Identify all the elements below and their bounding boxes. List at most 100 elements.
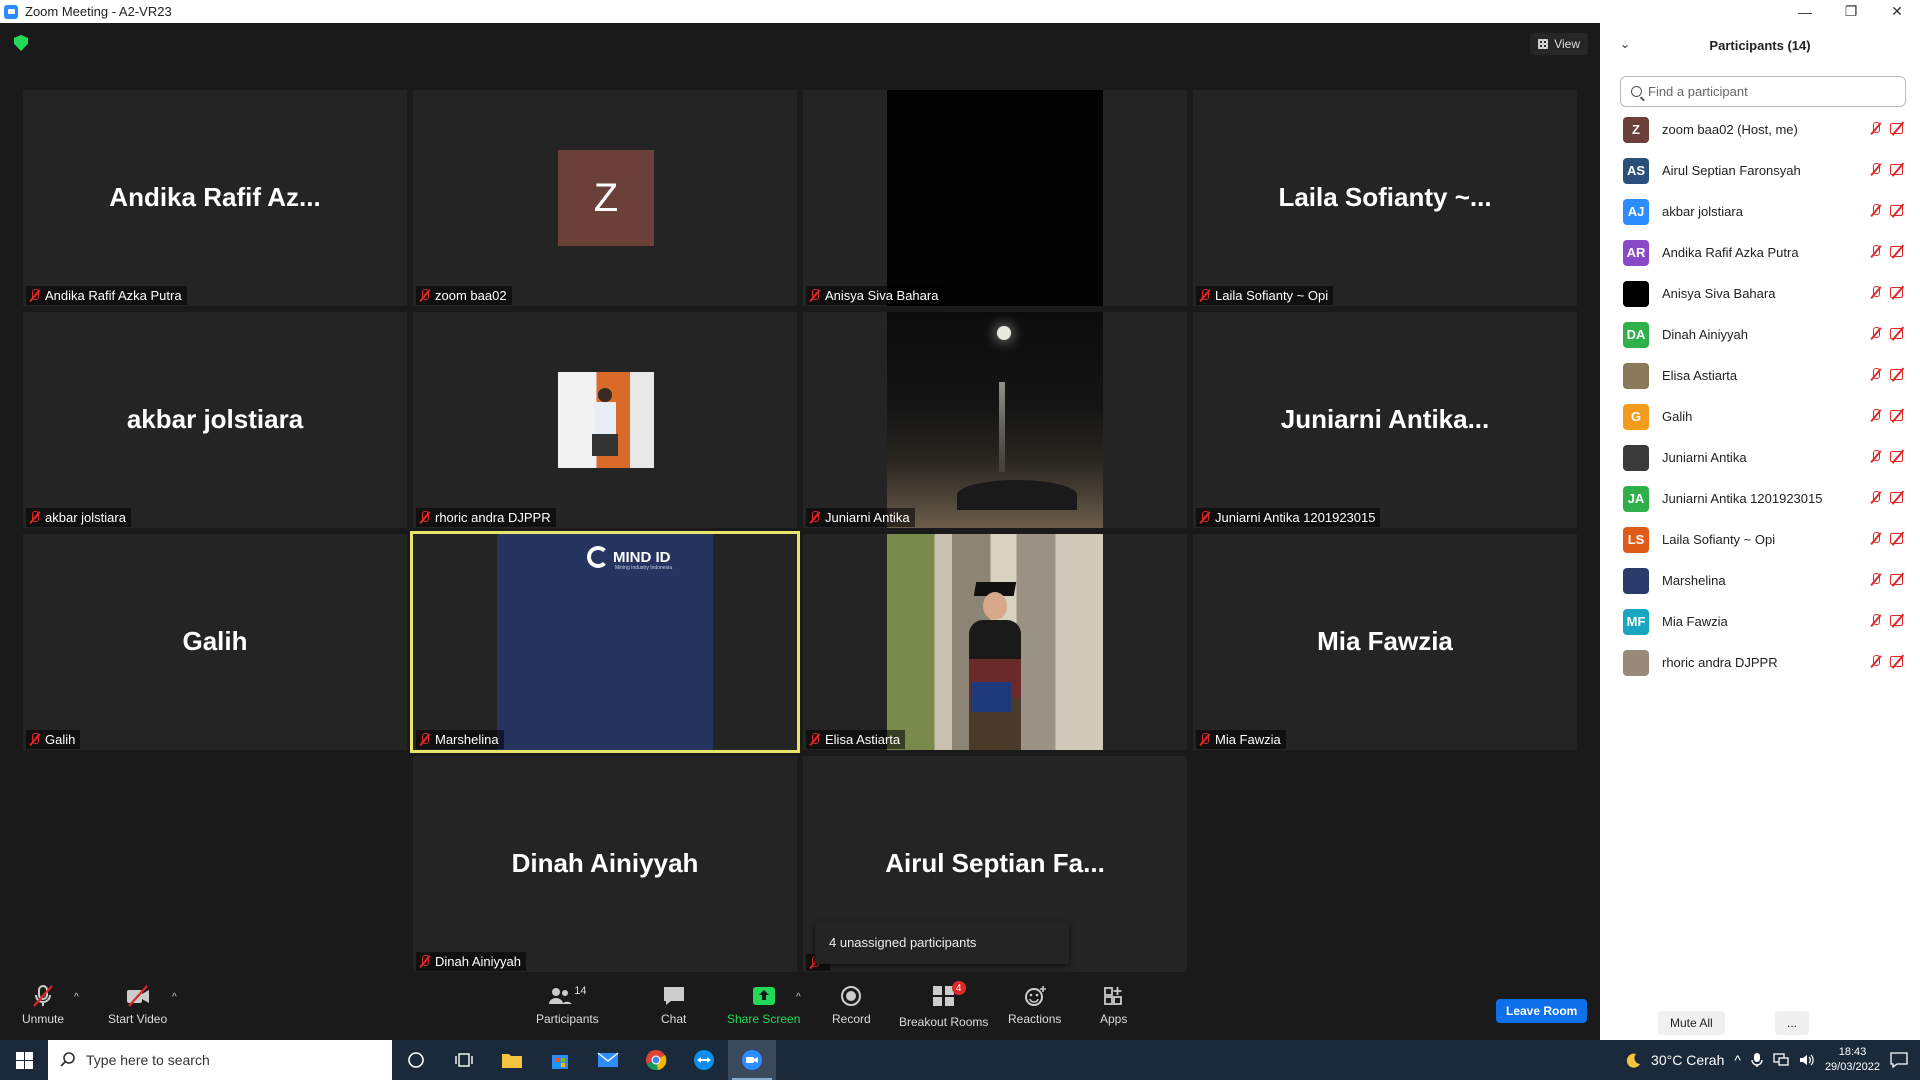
video-tile[interactable]: Galih Galih xyxy=(23,534,407,750)
leave-room-button[interactable]: Leave Room xyxy=(1496,999,1588,1023)
video-off-icon[interactable] xyxy=(1890,614,1906,626)
share-options-caret[interactable]: ^ xyxy=(796,992,801,1003)
mic-muted-icon[interactable] xyxy=(1870,532,1882,545)
breakout-rooms-button[interactable]: 4 Breakout Rooms xyxy=(899,981,988,1029)
view-button[interactable]: View xyxy=(1530,33,1588,55)
video-off-icon[interactable] xyxy=(1890,450,1906,462)
start-video-button[interactable]: Start Video xyxy=(108,985,167,1026)
chevron-up-icon[interactable]: ^ xyxy=(1734,1052,1741,1068)
video-tile[interactable]: akbar jolstiara akbar jolstiara xyxy=(23,312,407,528)
network-icon[interactable] xyxy=(1773,1053,1789,1067)
participant-row[interactable]: MF Mia Fawzia xyxy=(1600,601,1920,642)
participants-button[interactable]: 14 Participants xyxy=(536,985,599,1026)
restore-button[interactable]: ❐ xyxy=(1828,0,1874,23)
speaker-icon[interactable] xyxy=(1799,1053,1815,1067)
participant-row[interactable]: AS Airul Septian Faronsyah xyxy=(1600,150,1920,191)
participant-status-icons xyxy=(1870,368,1906,381)
video-off-icon[interactable] xyxy=(1890,327,1906,339)
share-screen-button[interactable]: Share Screen xyxy=(727,985,800,1026)
clock[interactable]: 18:43 29/03/2022 xyxy=(1825,1045,1880,1075)
mic-muted-icon[interactable] xyxy=(1870,245,1882,258)
mic-muted-icon[interactable] xyxy=(1870,573,1882,586)
participant-search-input[interactable]: Find a participant xyxy=(1620,76,1906,107)
video-tile[interactable]: rhoric andra DJPPR xyxy=(413,312,797,528)
avatar: G xyxy=(1623,403,1649,430)
teamviewer-button[interactable] xyxy=(680,1040,728,1080)
cortana-button[interactable] xyxy=(392,1040,440,1080)
reactions-button[interactable]: Reactions xyxy=(1008,985,1061,1026)
participant-row[interactable]: AJ akbar jolstiara xyxy=(1600,191,1920,232)
video-tile[interactable]: Andika Rafif Az... Andika Rafif Azka Put… xyxy=(23,90,407,306)
audio-options-caret[interactable]: ^ xyxy=(74,992,79,1003)
minimize-button[interactable]: — xyxy=(1782,0,1828,23)
chrome-button[interactable] xyxy=(632,1040,680,1080)
video-off-icon[interactable] xyxy=(1890,573,1906,585)
video-off-icon[interactable] xyxy=(1890,204,1906,216)
chat-button[interactable]: Chat xyxy=(661,985,686,1026)
zoom-taskbar-button[interactable] xyxy=(728,1040,776,1080)
video-off-icon[interactable] xyxy=(1890,122,1906,134)
video-off-icon[interactable] xyxy=(1890,409,1906,421)
video-tile[interactable]: Z zoom baa02 xyxy=(413,90,797,306)
video-off-icon[interactable] xyxy=(1890,286,1906,298)
participants-count: 14 xyxy=(574,985,587,997)
participant-row[interactable]: Anisya Siva Bahara xyxy=(1600,273,1920,314)
participant-row[interactable]: JA Juniarni Antika 1201923015 xyxy=(1600,478,1920,519)
participant-row[interactable]: AR Andika Rafif Azka Putra xyxy=(1600,232,1920,273)
task-view-button[interactable] xyxy=(440,1040,488,1080)
video-tile[interactable]: Dinah Ainiyyah Dinah Ainiyyah xyxy=(413,756,797,972)
windows-taskbar: Type here to search 30°C Cerah ^ 18:43 2… xyxy=(0,1040,1920,1080)
video-off-icon[interactable] xyxy=(1890,532,1906,544)
mic-muted-icon[interactable] xyxy=(1870,368,1882,381)
microphone-icon[interactable] xyxy=(1751,1052,1763,1068)
video-tile[interactable]: Juniarni Antika xyxy=(803,312,1187,528)
mic-muted-icon[interactable] xyxy=(1870,491,1882,504)
taskbar-search-box[interactable]: Type here to search xyxy=(48,1040,392,1080)
notifications-icon[interactable] xyxy=(1890,1052,1908,1068)
chevron-down-icon[interactable]: ⌄ xyxy=(1620,37,1630,51)
weather-text[interactable]: 30°C Cerah xyxy=(1651,1052,1724,1068)
video-off-icon[interactable] xyxy=(1890,245,1906,257)
encryption-shield-icon[interactable] xyxy=(14,35,28,51)
mic-muted-icon[interactable] xyxy=(1870,122,1882,135)
video-off-icon[interactable] xyxy=(1890,491,1906,503)
video-tile[interactable]: Anisya Siva Bahara xyxy=(803,90,1187,306)
mic-muted-icon[interactable] xyxy=(1870,327,1882,340)
mic-muted-icon[interactable] xyxy=(1870,286,1882,299)
video-off-icon[interactable] xyxy=(1890,163,1906,175)
file-explorer-button[interactable] xyxy=(488,1040,536,1080)
participant-row[interactable]: Marshelina xyxy=(1600,560,1920,601)
record-button[interactable]: Record xyxy=(832,985,871,1026)
video-options-caret[interactable]: ^ xyxy=(172,992,177,1003)
video-tile[interactable]: Juniarni Antika... Juniarni Antika 12019… xyxy=(1193,312,1577,528)
mute-all-button[interactable]: Mute All xyxy=(1658,1011,1725,1035)
participant-row[interactable]: Juniarni Antika xyxy=(1600,437,1920,478)
unmute-button[interactable]: Unmute xyxy=(22,985,64,1026)
video-tile[interactable]: Laila Sofianty ~... Laila Sofianty ~ Opi xyxy=(1193,90,1577,306)
participant-row[interactable]: Elisa Astiarta xyxy=(1600,355,1920,396)
participant-row[interactable]: rhoric andra DJPPR xyxy=(1600,642,1920,683)
video-off-icon[interactable] xyxy=(1890,655,1906,667)
more-options-button[interactable]: ... xyxy=(1775,1011,1810,1035)
participant-row[interactable]: LS Laila Sofianty ~ Opi xyxy=(1600,519,1920,560)
participant-row[interactable]: G Galih xyxy=(1600,396,1920,437)
start-button[interactable] xyxy=(0,1040,48,1080)
video-tile[interactable]: Elisa Astiarta xyxy=(803,534,1187,750)
mic-muted-icon[interactable] xyxy=(1870,163,1882,176)
mic-muted-icon[interactable] xyxy=(1870,409,1882,422)
tile-name-label: rhoric andra DJPPR xyxy=(416,508,556,527)
mic-muted-icon[interactable] xyxy=(1870,204,1882,217)
video-tile[interactable]: Mia Fawzia Mia Fawzia xyxy=(1193,534,1577,750)
participant-row[interactable]: Zzoom baa02 (Host, me) xyxy=(1600,109,1920,150)
mail-button[interactable] xyxy=(584,1040,632,1080)
mic-muted-icon[interactable] xyxy=(1870,450,1882,463)
apps-button[interactable]: Apps xyxy=(1100,985,1127,1026)
unassigned-participants-popup[interactable]: 4 unassigned participants xyxy=(815,922,1069,964)
participant-row[interactable]: DA Dinah Ainiyyah xyxy=(1600,314,1920,355)
video-off-icon[interactable] xyxy=(1890,368,1906,380)
mic-muted-icon[interactable] xyxy=(1870,655,1882,668)
mic-muted-icon[interactable] xyxy=(1870,614,1882,627)
close-button[interactable]: ✕ xyxy=(1874,0,1920,23)
store-button[interactable] xyxy=(536,1040,584,1080)
active-speaker-tile[interactable]: MIND ID Mining Industry Indonesia Marshe… xyxy=(410,531,800,753)
